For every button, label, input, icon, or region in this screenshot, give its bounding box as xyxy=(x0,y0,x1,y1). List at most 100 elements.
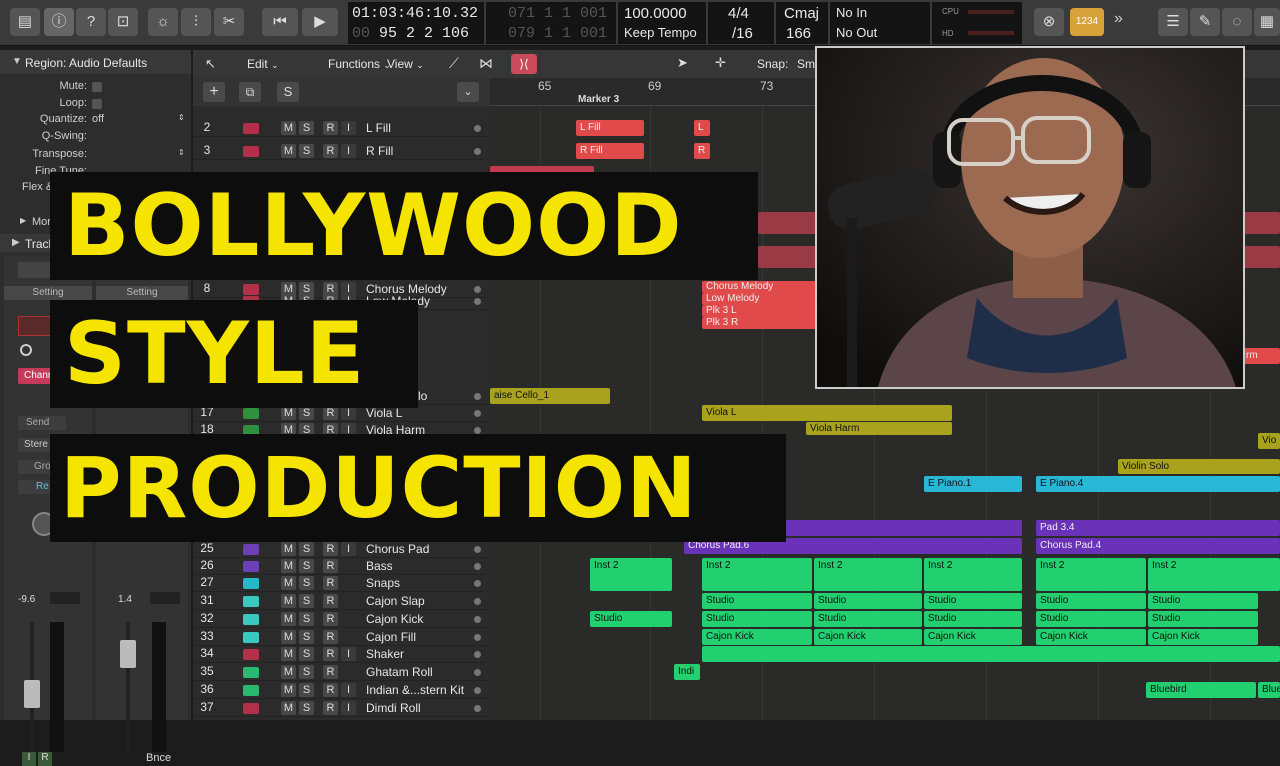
time-display[interactable]: 01:03:46:10.32 00 95 2 2 106 xyxy=(348,2,484,44)
list-editors-icon[interactable]: ☰ xyxy=(1158,8,1188,36)
region-inst2[interactable]: Inst 2 xyxy=(1036,558,1146,591)
region-violin-solo[interactable]: Violin Solo xyxy=(1118,459,1280,474)
editors-icon[interactable]: ✂ xyxy=(214,8,244,36)
solo-button[interactable]: S xyxy=(299,121,314,135)
region-shaker[interactable] xyxy=(702,646,1280,662)
view-menu[interactable]: View ⌄ xyxy=(387,57,424,71)
region-indi[interactable]: Indi xyxy=(674,664,700,680)
region-plk3-r[interactable]: Plk 3 R xyxy=(702,317,818,329)
stepper-icon[interactable]: ⇕ xyxy=(178,148,185,157)
track-row[interactable]: 32 M S R Cajon Kick xyxy=(193,611,490,628)
mute-button[interactable]: M xyxy=(281,542,296,556)
region-inst2[interactable]: Inst 2 xyxy=(814,558,922,591)
region-pad[interactable] xyxy=(786,520,1022,536)
pointer-tool-icon[interactable]: ➤ xyxy=(677,55,688,71)
track-name[interactable]: Viola L xyxy=(366,406,402,420)
mute-button[interactable]: M xyxy=(281,121,296,135)
region-r[interactable]: R xyxy=(694,143,710,159)
mute-button[interactable]: M xyxy=(281,630,296,644)
smart-controls-icon[interactable]: ☼ xyxy=(148,8,178,36)
track-row[interactable]: 33 M S R Cajon Fill xyxy=(193,629,490,646)
track-name[interactable]: Indian &...stern Kit xyxy=(366,683,464,697)
solo-button[interactable]: S xyxy=(299,647,314,661)
tempo-display[interactable]: 100.0000 Keep Tempo xyxy=(618,2,706,44)
send-slot[interactable]: Send xyxy=(18,416,66,430)
region-studio[interactable]: Studio xyxy=(1148,593,1258,609)
solo-button[interactable]: S xyxy=(299,542,314,556)
region-inst2[interactable]: Inst 2 xyxy=(1148,558,1280,591)
marker-label[interactable]: Marker 3 xyxy=(578,94,619,105)
region-cajon-kick[interactable]: Cajon Kick xyxy=(814,629,922,645)
track-name[interactable]: Cajon Slap xyxy=(366,594,425,608)
record-enable-button[interactable]: R xyxy=(323,406,338,420)
toolbar-icon[interactable]: ⊡ xyxy=(108,8,138,36)
solo-button[interactable]: S xyxy=(299,683,314,697)
add-track-icon[interactable]: + xyxy=(203,82,225,102)
track-name[interactable]: L Fill xyxy=(366,121,391,135)
global-solo-icon[interactable]: S xyxy=(277,82,299,102)
track-name[interactable]: Bass xyxy=(366,559,393,573)
region-header[interactable]: ▼ Region: Audio Defaults xyxy=(0,50,191,74)
region-e-piano-1[interactable]: E Piano.1 xyxy=(924,476,1022,492)
count-in-button[interactable]: 1234 xyxy=(1070,8,1104,36)
region-studio[interactable]: Studio xyxy=(1148,611,1258,627)
region-studio[interactable]: Studio xyxy=(814,611,922,627)
solo-button[interactable]: S xyxy=(299,406,314,420)
snap-value[interactable]: Sm xyxy=(797,57,815,71)
record-enable-button[interactable]: R xyxy=(323,683,338,697)
mute-button[interactable]: M xyxy=(281,701,296,715)
help-icon[interactable]: ? xyxy=(76,8,106,36)
track-row[interactable]: 31 M S R Cajon Slap xyxy=(193,593,490,610)
stepper-icon[interactable]: ⇕ xyxy=(178,113,185,122)
mute-button[interactable]: M xyxy=(281,683,296,697)
region-studio[interactable]: Studio xyxy=(702,611,812,627)
mute-button[interactable]: M xyxy=(281,647,296,661)
record-enable-button[interactable]: R xyxy=(323,542,338,556)
play-button[interactable]: ▶ xyxy=(302,8,338,36)
bounce-button[interactable]: Bnce xyxy=(146,752,171,764)
track-name[interactable]: Dimdi Roll xyxy=(366,701,421,715)
automation-icon[interactable]: ⟋ xyxy=(449,55,459,72)
region-blue[interactable]: Blue xyxy=(1258,682,1280,698)
mute-checkbox[interactable] xyxy=(92,82,102,92)
region-pad-34[interactable]: Pad 3.4 xyxy=(1036,520,1280,536)
track-row[interactable]: 27 M S R Snaps xyxy=(193,575,490,592)
more-chevron-icon[interactable]: » xyxy=(1114,10,1123,28)
track-row[interactable]: 34 M S R I Shaker xyxy=(193,646,490,663)
region-studio[interactable]: Studio xyxy=(1036,593,1146,609)
audio-region[interactable] xyxy=(758,246,818,268)
signature-display[interactable]: 4/4 /16 xyxy=(708,2,774,44)
volume-fader-left[interactable] xyxy=(24,680,40,708)
key-display[interactable]: Cmaj 166 xyxy=(776,2,828,44)
region-cajon-kick[interactable]: Cajon Kick xyxy=(1036,629,1146,645)
track-name[interactable]: Cajon Fill xyxy=(366,630,416,644)
record-enable-button[interactable]: R xyxy=(323,121,338,135)
record-enable-button[interactable]: R xyxy=(323,144,338,158)
region-l[interactable]: L xyxy=(694,120,710,136)
quantize-value[interactable]: off xyxy=(92,113,104,125)
locator-display[interactable]: 071 1 1 001 079 1 1 001 xyxy=(486,2,616,44)
note-pad-icon[interactable]: ✎ xyxy=(1190,8,1220,36)
track-row[interactable]: 37 M S R I Dimdi Roll xyxy=(193,700,490,717)
record-enable-button[interactable]: R xyxy=(323,559,338,573)
track-row[interactable]: 26 M S R Bass xyxy=(193,558,490,575)
region-inst2[interactable]: Inst 2 xyxy=(590,558,672,591)
mute-button[interactable]: M xyxy=(281,665,296,679)
track-name[interactable]: Cajon Kick xyxy=(366,612,423,626)
solo-button[interactable]: S xyxy=(299,144,314,158)
loop-checkbox[interactable] xyxy=(92,99,102,109)
track-name[interactable]: Snaps xyxy=(366,576,400,590)
region-viola-l[interactable]: Viola L xyxy=(702,405,952,421)
input-monitor-button[interactable]: I xyxy=(341,406,356,420)
input-monitor-button[interactable]: I xyxy=(341,683,356,697)
record-enable-button[interactable]: R xyxy=(323,701,338,715)
region-vio[interactable]: Vio xyxy=(1258,433,1280,449)
inspector-icon[interactable]: ⓘ xyxy=(44,8,74,36)
duplicate-track-icon[interactable]: ⧉ xyxy=(239,82,261,102)
collapse-icon[interactable]: ⌄ xyxy=(457,82,479,102)
replace-icon[interactable]: ⊗ xyxy=(1034,8,1064,36)
region-e-piano-4[interactable]: E Piano.4 xyxy=(1036,476,1280,492)
record-enable-button[interactable]: R xyxy=(323,630,338,644)
mute-button[interactable]: M xyxy=(281,559,296,573)
record-enable-button[interactable]: R xyxy=(323,665,338,679)
